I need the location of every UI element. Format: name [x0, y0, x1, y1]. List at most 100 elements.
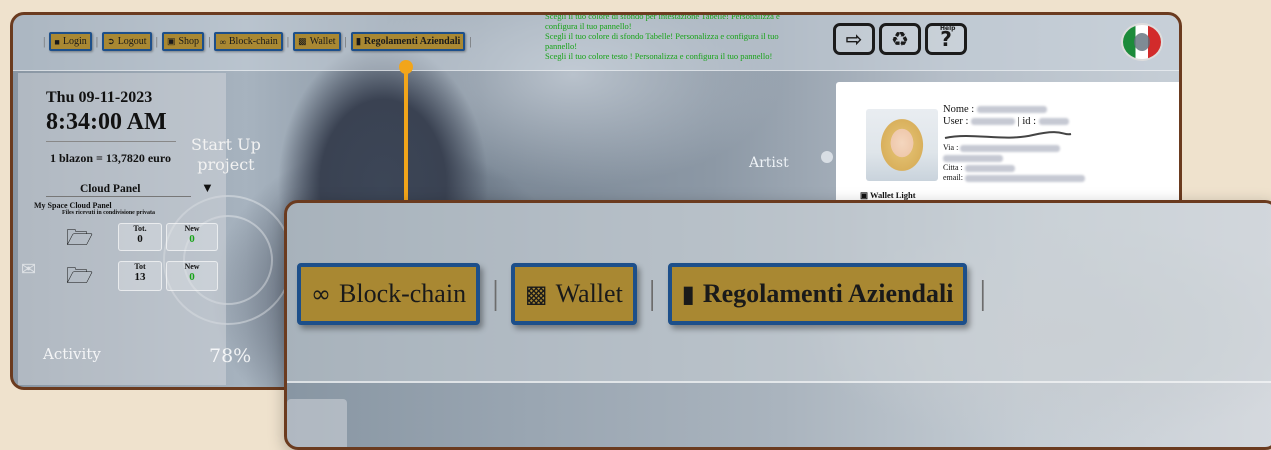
top-navbar: | ■ Login | ➲ Logout | ▣ Shop | ∞ Block-chai… [13, 15, 1179, 71]
via-label: Via : [943, 143, 959, 152]
help-label: Help [940, 25, 956, 32]
id-label: | id : [1017, 116, 1037, 127]
user-card: Nome : User : | id : Via : Citta : email… [836, 82, 1179, 207]
nav-separator: | [208, 34, 211, 48]
login-label: Login [62, 36, 87, 47]
new-count: 0 [189, 233, 195, 245]
new-count: 0 [189, 271, 195, 283]
zoom-wallet-button[interactable]: ▩ Wallet [510, 263, 637, 325]
shop-icon: ▣ [166, 36, 176, 46]
redacted-street [960, 144, 1061, 152]
tot-label: Tot [134, 262, 146, 271]
recycle-icon[interactable]: ♻ [879, 23, 921, 55]
startup-line: Start Up [191, 135, 261, 154]
wallet-light-icon: ▣ [860, 190, 869, 200]
files-label: Files ricevuti in condivisione privata [62, 210, 155, 216]
logout-label: Logout [117, 36, 147, 47]
link-icon: ∞ [219, 36, 226, 47]
tot-count: 0 [137, 233, 143, 245]
nav-menu: | ■ Login | ➲ Logout | ▣ Shop | ∞ Block-chai… [43, 32, 472, 51]
tool-icons: ⇨ ♻ Help? [833, 23, 967, 55]
zoom-inset: ∞ Block-chain | ▩ Wallet | ▮ Regolamenti Az… [284, 200, 1271, 450]
user-info: Nome : User : | id : [943, 104, 1069, 128]
redacted-user [971, 118, 1015, 126]
citta-label: Citta : [943, 163, 963, 172]
startup-project-label: Start Up project [191, 135, 261, 175]
redacted-street-2 [943, 154, 1003, 162]
blockchain-button[interactable]: ∞ Block-chain [214, 32, 283, 51]
divider [46, 141, 176, 142]
chevron-down-icon[interactable]: ▼ [201, 180, 214, 196]
avatar [866, 109, 938, 181]
activity-percent: 78% [209, 345, 252, 367]
wallet-label: Wallet [309, 36, 336, 47]
regolamenti-button[interactable]: ▮ Regolamenti Aziendali [350, 32, 466, 51]
tot-label: Tot. [133, 224, 147, 233]
new-count-cell: New 0 [166, 223, 218, 251]
nav-separator: | [492, 275, 499, 312]
decor-dot [821, 151, 833, 163]
help-icon[interactable]: Help? [925, 23, 967, 55]
link-icon: ∞ [311, 280, 331, 308]
credit-card-icon: ▩ [524, 280, 548, 308]
nav-separator: | [648, 275, 656, 312]
user-label: User : [943, 116, 969, 127]
clock-panel: Thu 09-11-2023 8:34:00 AM 1 blazon = 13,… [18, 73, 226, 385]
shared-folder-icon[interactable]: 🗁 [66, 259, 93, 297]
exchange-rate: 1 blazon = 13,7820 euro [50, 151, 171, 165]
divider [46, 196, 191, 197]
startup-line: project [197, 155, 255, 174]
wallet-button[interactable]: ▩ Wallet [293, 32, 341, 51]
nav-separator: | [979, 275, 987, 312]
user-icon: ■ [54, 36, 60, 47]
new-label: New [184, 262, 200, 271]
mail-icon[interactable]: ✉ [21, 259, 36, 280]
redacted-city [964, 164, 1015, 172]
folder-icon[interactable]: 🗁 [66, 221, 93, 259]
signature-divider [944, 131, 1072, 139]
redacted-email [965, 174, 1085, 182]
zoom-regolamenti-label: Regolamenti Aziendali [702, 279, 954, 308]
nav-separator: | [286, 34, 290, 48]
credit-card-icon: ▩ [298, 36, 307, 46]
user-address: Via : Citta : email: [943, 143, 1085, 183]
customize-notice[interactable]: Scegli il tuo colore di sfondo per intes… [545, 15, 810, 61]
login-button[interactable]: ■ Login [49, 32, 92, 51]
book-icon: ▮ [681, 280, 695, 308]
blockchain-label: Block-chain [228, 36, 278, 47]
login-panel-icon[interactable]: ⇨ [833, 23, 875, 55]
regolamenti-label: Regolamenti Aziendali [363, 36, 461, 47]
artist-label: Artist [749, 155, 789, 171]
italy-flag-icon[interactable] [1121, 23, 1163, 61]
zoom-side-panel [287, 399, 347, 447]
redacted-name [976, 106, 1047, 114]
zoom-wallet-label: Wallet [555, 279, 623, 308]
nav-separator: | [344, 34, 347, 48]
notice-line: Scegli il tuo colore di sfondo Tabelle! … [545, 31, 779, 51]
wallet-light-label: Wallet Light [870, 190, 916, 200]
book-icon: ▮ [355, 36, 361, 46]
zoom-nav: ∞ Block-chain | ▩ Wallet | ▮ Regolamenti Az… [297, 263, 986, 325]
zoom-blockchain-button[interactable]: ∞ Block-chain [297, 263, 481, 325]
redacted-id [1038, 118, 1069, 126]
new-label: New [184, 224, 200, 233]
logout-icon: ➲ [107, 36, 115, 46]
tot-count-cell: Tot. 0 [118, 223, 162, 251]
emblem-icon [1134, 33, 1150, 51]
notice-line: Scegli il tuo colore testo ! Personalizz… [545, 51, 773, 61]
zoom-blockchain-label: Block-chain [339, 279, 467, 308]
nav-separator: | [155, 34, 158, 48]
date-display: Thu 09-11-2023 [46, 89, 153, 106]
tot-count-cell: Tot 13 [118, 261, 162, 291]
shop-label: Shop [178, 36, 200, 47]
activity-label: Activity [43, 345, 101, 363]
zoom-regolamenti-button[interactable]: ▮ Regolamenti Aziendali [667, 263, 968, 325]
my-space-label: My Space Cloud Panel [34, 201, 112, 210]
logout-button[interactable]: ➲ Logout [102, 32, 152, 51]
zoom-pin-line [404, 70, 408, 220]
nav-separator: | [43, 34, 46, 48]
email-label: email: [943, 173, 963, 182]
nav-separator: | [469, 34, 472, 48]
shop-button[interactable]: ▣ Shop [161, 32, 205, 51]
new-count-cell: New 0 [166, 261, 218, 291]
